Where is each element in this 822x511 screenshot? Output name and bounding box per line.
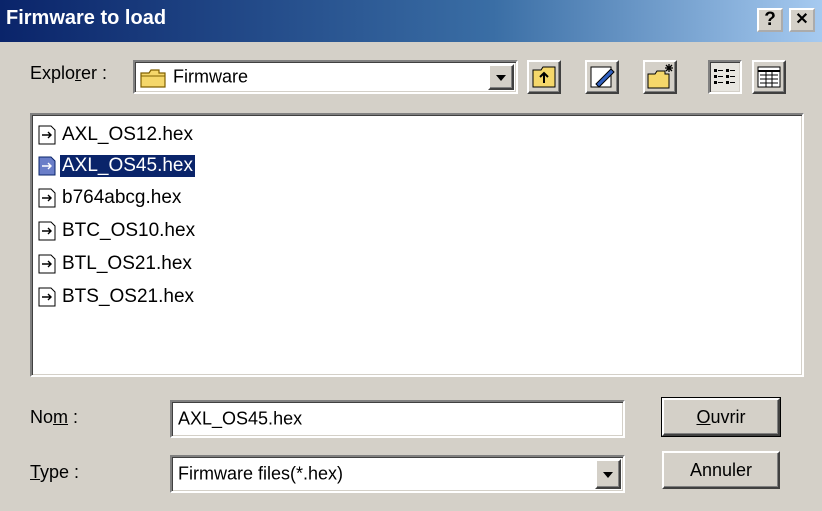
- open-button[interactable]: Ouvrir: [661, 397, 781, 437]
- file-name: BTL_OS21.hex: [62, 253, 192, 274]
- filetype-dropdown-button[interactable]: [595, 459, 621, 489]
- file-name: BTS_OS21.hex: [62, 286, 195, 307]
- file-dialog: Firmware to load ? ✕ Explorer : Firmware: [0, 0, 822, 511]
- hex-file-icon: [38, 221, 56, 241]
- details-view-icon: [754, 66, 784, 96]
- lookin-dropdown[interactable]: Firmware: [133, 60, 518, 94]
- list-item[interactable]: BTC_OS10.hex: [38, 218, 197, 244]
- list-item[interactable]: AXL_OS12.hex: [38, 122, 195, 148]
- filetype-value: Firmware files(*.hex): [178, 463, 344, 484]
- file-name: AXL_OS12.hex: [62, 124, 193, 145]
- file-list[interactable]: AXL_OS12.hex AXL_OS45.hex b764abcg.hex B…: [30, 113, 804, 377]
- lookin-value: Firmware: [173, 66, 248, 87]
- file-name: b764abcg.hex: [62, 187, 182, 208]
- details-view-button[interactable]: [752, 60, 786, 94]
- edit-button[interactable]: [585, 60, 619, 94]
- title-bar[interactable]: Firmware to load ? ✕: [0, 0, 822, 42]
- close-button[interactable]: ✕: [789, 8, 815, 32]
- hex-file-icon: [38, 287, 56, 307]
- hex-file-icon: [38, 125, 56, 145]
- lookin-label: Explorer :: [30, 63, 108, 83]
- list-view-icon: [710, 69, 740, 96]
- filename-value: AXL_OS45.hex: [178, 408, 303, 429]
- edit-icon: [587, 66, 617, 96]
- filename-label: Nom :: [30, 407, 79, 427]
- list-item[interactable]: BTL_OS21.hex: [38, 251, 194, 277]
- filetype-label: Type :: [30, 462, 80, 482]
- up-folder-button[interactable]: [527, 60, 561, 94]
- lookin-dropdown-button[interactable]: [488, 64, 514, 90]
- file-name: AXL_OS45.hex: [59, 154, 196, 178]
- filetype-dropdown[interactable]: Firmware files(*.hex): [170, 455, 625, 493]
- file-name: BTC_OS10.hex: [62, 220, 196, 241]
- new-folder-button[interactable]: [643, 60, 677, 94]
- chevron-down-icon: [603, 472, 613, 478]
- dialog-title: Firmware to load: [6, 7, 167, 29]
- hex-file-icon: [38, 156, 56, 176]
- list-view-button[interactable]: [708, 60, 742, 94]
- hex-file-icon: [38, 254, 56, 274]
- list-item[interactable]: b764abcg.hex: [38, 185, 183, 211]
- folder-icon: [139, 67, 167, 94]
- new-folder-icon: [645, 64, 675, 96]
- up-folder-icon: [529, 66, 559, 96]
- list-item-selected[interactable]: AXL_OS45.hex: [38, 153, 196, 179]
- list-item[interactable]: BTS_OS21.hex: [38, 284, 196, 310]
- hex-file-icon: [38, 188, 56, 208]
- chevron-down-icon: [496, 75, 506, 81]
- filename-input[interactable]: AXL_OS45.hex: [170, 400, 625, 438]
- help-button[interactable]: ?: [757, 8, 783, 32]
- cancel-button[interactable]: Annuler: [662, 451, 780, 489]
